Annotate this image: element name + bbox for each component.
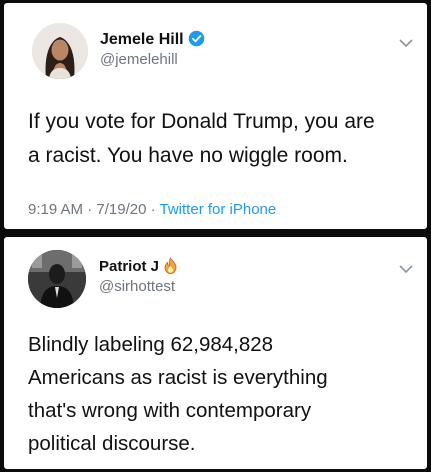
tweet-text: Blindly labeling 62,984,828 Americans as… <box>28 328 328 460</box>
tweet-date[interactable]: 7/19/20 <box>96 201 146 218</box>
tweet-source[interactable]: Twitter for iPhone <box>160 201 277 218</box>
tweet-card-jemele-hill[interactable]: Jemele Hill @jemelehill If you vote for … <box>4 3 427 229</box>
chevron-down-icon[interactable] <box>399 261 413 279</box>
tweet-time[interactable]: 9:19 AM <box>28 201 83 218</box>
display-name[interactable]: Jemele Hill <box>100 30 205 52</box>
tweet-text-line: Americans as racist is everything <box>28 366 328 389</box>
avatar[interactable] <box>32 23 88 79</box>
chevron-down-icon[interactable] <box>399 35 413 53</box>
avatar[interactable] <box>28 250 86 308</box>
fire-emoji-icon <box>163 257 178 278</box>
tweet-metadata: 9:19 AM · 7/19/20 · Twitter for iPhone <box>28 201 277 218</box>
tweet-text: If you vote for Donald Trump, you are a … <box>28 105 375 173</box>
tweet-text-line: a racist. You have no wiggle room. <box>28 144 348 167</box>
avatar-photo-icon <box>28 250 86 308</box>
tweet-text-line: Blindly labeling 62,984,828 <box>28 333 274 356</box>
tweet-text-line: If you vote for Donald Trump, you are <box>28 110 375 133</box>
tweet-card-patriot-j[interactable]: Patriot J @sirhottest Blindly labeling 6… <box>4 237 427 469</box>
verified-badge-icon <box>188 30 205 52</box>
user-handle[interactable]: @jemelehill <box>100 51 178 68</box>
avatar-photo-icon <box>32 23 88 79</box>
tweet-text-line: political discourse. <box>28 432 196 455</box>
tweet-text-line: that's wrong with contemporary <box>28 399 312 422</box>
user-handle[interactable]: @sirhottest <box>99 278 175 295</box>
display-name[interactable]: Patriot J <box>99 257 178 278</box>
